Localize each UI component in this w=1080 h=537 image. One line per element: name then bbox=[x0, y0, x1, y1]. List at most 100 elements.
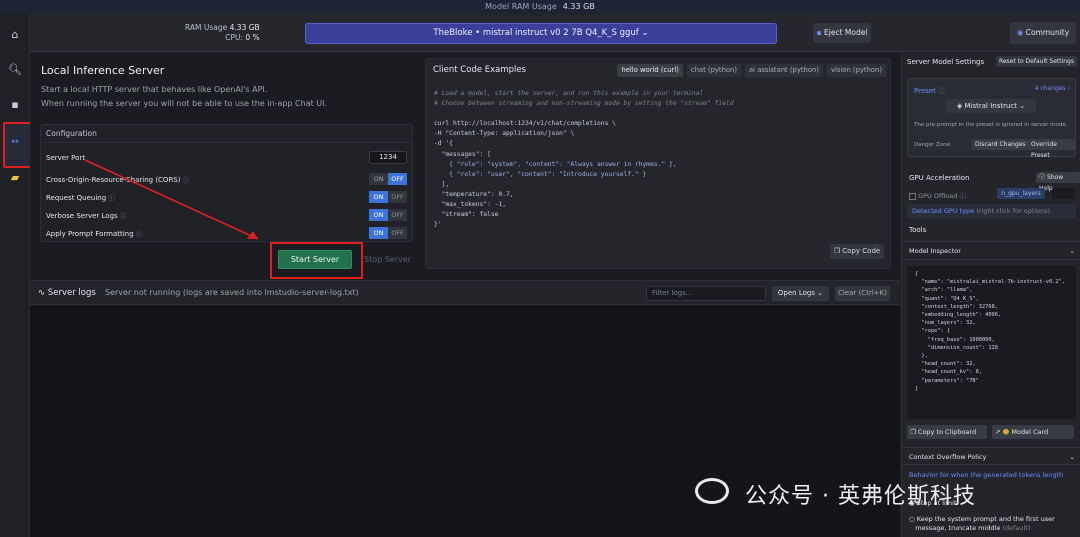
annotation-arrow bbox=[84, 159, 259, 240]
code-line: "temperature": 0.7, bbox=[434, 190, 514, 198]
ram-strip-label: Model RAM Usage bbox=[485, 2, 557, 11]
info-icon: ⓘ bbox=[959, 192, 966, 200]
info-icon: ⓘ bbox=[938, 87, 945, 95]
preset-changes: 4 changes › bbox=[1035, 85, 1070, 92]
code-line: curl http://localhost:1234/v1/chat/compl… bbox=[434, 120, 616, 128]
tab-ai-assistant-python[interactable]: ai assistant (python) bbox=[745, 64, 823, 77]
pulse-icon: ∿ bbox=[38, 288, 46, 298]
chevron-down-icon: ⌄ bbox=[817, 289, 824, 297]
home-icon[interactable]: ⌂ bbox=[7, 27, 23, 43]
code-line: "messages": [ bbox=[434, 150, 491, 158]
ram-usage: RAM Usage 4.33 GB CPU: 0 % bbox=[185, 23, 260, 43]
client-code-panel: Client Code Examples hello world (curl) … bbox=[425, 58, 891, 269]
server-page: Local Inference Server Start a local HTT… bbox=[30, 53, 900, 537]
detected-gpu-note: (right click for options) bbox=[976, 207, 1051, 215]
ram-strip: Model RAM Usage 4.33 GB bbox=[0, 0, 1080, 14]
model-inspector-header[interactable]: Model Inspector ⌄ bbox=[902, 241, 1080, 260]
preset-select[interactable]: ◈ Mistral Instruct ⌄ bbox=[946, 99, 1036, 113]
detected-gpu-label: Detected GPU type bbox=[912, 207, 975, 215]
overflow-option-truncate-line2: message, truncate middle bbox=[915, 524, 1001, 532]
server-model-settings-panel: Server Model Settings Reset to Default S… bbox=[901, 53, 1080, 537]
gpu-offload-checkbox[interactable] bbox=[909, 192, 916, 200]
copy-code-button[interactable]: ❐ Copy Code bbox=[830, 244, 884, 259]
help-icon: ⓘ bbox=[1039, 174, 1046, 181]
search-icon[interactable]: 🔍︎ bbox=[7, 62, 23, 78]
override-preset-button[interactable]: Override Preset bbox=[1028, 139, 1075, 159]
danger-zone-label: Danger Zone bbox=[914, 142, 950, 148]
copy-icon: ❐ bbox=[833, 247, 841, 255]
context-overflow-header[interactable]: Context Overflow Policy ⌄ bbox=[902, 447, 1080, 465]
preset-changes-text: 4 changes bbox=[1034, 85, 1066, 92]
server-logs-status: Server not running (logs are saved into … bbox=[105, 288, 359, 297]
tab-hello-world-curl[interactable]: hello world (curl) bbox=[617, 64, 683, 77]
cpu-value: 0 % bbox=[245, 33, 260, 42]
ram-usage-value: 4.33 GB bbox=[229, 23, 260, 32]
wechat-icon bbox=[695, 478, 729, 504]
clear-logs-button[interactable]: Clear (Ctrl+K) bbox=[835, 286, 890, 301]
folder-icon[interactable]: ▰ bbox=[7, 170, 23, 186]
context-overflow-title: Context Overflow Policy bbox=[909, 453, 987, 461]
stop-server-button[interactable]: Stop Server bbox=[364, 255, 411, 264]
discard-changes-button[interactable]: Discard Changes bbox=[972, 139, 1029, 150]
cpu-label: CPU: bbox=[225, 33, 244, 42]
server-icon[interactable]: ↔ bbox=[7, 134, 23, 150]
start-server-button[interactable]: Start Server bbox=[278, 250, 352, 269]
chevron-down-icon: ⌄ bbox=[1019, 102, 1026, 110]
eject-model-button[interactable]: ▪ Eject Model bbox=[813, 23, 871, 43]
model-card-label: Model Card bbox=[1011, 428, 1049, 436]
community-label: Community bbox=[1025, 28, 1070, 37]
gpu-offload-label: GPU Offload bbox=[918, 192, 958, 200]
server-logs-bar: ∿ Server logs Server not running (logs a… bbox=[30, 280, 900, 305]
overflow-option-truncate[interactable]: ○ Keep the system prompt and the first u… bbox=[909, 515, 1055, 533]
chevron-down-icon: ⌄ bbox=[1069, 247, 1075, 255]
code-tabs: hello world (curl) chat (python) ai assi… bbox=[617, 64, 886, 77]
chevron-down-icon: ⌄ bbox=[1069, 453, 1075, 461]
clipboard-icon: ❐ bbox=[910, 428, 916, 436]
chevron-right-icon: › bbox=[1067, 85, 1070, 92]
preset-label-text: Preset bbox=[914, 87, 936, 95]
overflow-option-truncate-line1: Keep the system prompt and the first use… bbox=[916, 515, 1055, 523]
model-selector-label: TheBloke • mistral instruct v0 2 7B Q4_K… bbox=[433, 28, 639, 38]
model-selector[interactable]: TheBloke • mistral instruct v0 2 7B Q4_K… bbox=[305, 23, 777, 44]
model-inspector-title: Model Inspector bbox=[909, 247, 961, 255]
eject-icon: ▪ bbox=[816, 28, 822, 37]
tab-chat-python[interactable]: chat (python) bbox=[686, 64, 742, 77]
radio-icon: ○ bbox=[909, 515, 915, 523]
tools-title: Tools bbox=[909, 226, 927, 234]
code-line: "max_tokens": -1, bbox=[434, 201, 507, 209]
smiley-icon: ☻ bbox=[1002, 428, 1010, 436]
code-line: { "role": "system", "content": "Always a… bbox=[434, 160, 677, 168]
preset-note: The pre-prompt in the preset is ignored … bbox=[914, 122, 1068, 128]
code-line: # Load a model, start the server, and ru… bbox=[434, 90, 704, 97]
app-header: RAM Usage 4.33 GB CPU: 0 % TheBloke • mi… bbox=[30, 14, 1080, 52]
tab-vision-python[interactable]: vision (python) bbox=[826, 64, 886, 77]
filter-logs-input[interactable]: Filter logs... bbox=[646, 286, 766, 301]
discord-icon: ◉ bbox=[1016, 28, 1024, 37]
copy-code-label: Copy Code bbox=[842, 247, 881, 255]
show-help-button[interactable]: ⓘ Show Help bbox=[1036, 172, 1080, 192]
n-gpu-layers-value[interactable] bbox=[1052, 188, 1074, 199]
overflow-option-default-tag: (default) bbox=[1002, 524, 1031, 532]
open-logs-label: Open Logs bbox=[777, 289, 815, 297]
ram-strip-value: 4.33 GB bbox=[562, 2, 595, 11]
code-line: }' bbox=[434, 221, 442, 229]
reset-defaults-button[interactable]: Reset to Default Settings bbox=[995, 56, 1077, 67]
preset-icon: ◈ bbox=[956, 102, 963, 110]
code-line: "stream": false bbox=[434, 211, 499, 219]
copy-to-clipboard-button[interactable]: ❐ Copy to Clipboard bbox=[907, 425, 987, 439]
chat-icon[interactable]: ▪ bbox=[7, 97, 23, 113]
model-card-button[interactable]: ↗ ☻ Model Card bbox=[992, 425, 1074, 439]
open-logs-button[interactable]: Open Logs ⌄ bbox=[772, 286, 829, 301]
n-gpu-layers-input[interactable]: n_gpu_layers bbox=[997, 188, 1045, 199]
chevron-down-icon: ⌄ bbox=[641, 28, 649, 38]
code-line: ], bbox=[434, 180, 450, 188]
model-inspector-json: { "name": "mistralai_mistral-7b-instruct… bbox=[907, 266, 1076, 419]
detected-gpu-row[interactable]: Detected GPU type (right click for optio… bbox=[907, 204, 1076, 218]
server-logs-title-text: Server logs bbox=[47, 288, 96, 298]
client-code-title: Client Code Examples bbox=[433, 65, 527, 75]
eject-model-label: Eject Model bbox=[824, 28, 868, 37]
server-model-settings-title: Server Model Settings bbox=[907, 58, 985, 66]
community-button[interactable]: ◉ Community bbox=[1010, 22, 1076, 44]
code-block: # Load a model, start the server, and ru… bbox=[434, 89, 734, 230]
gpu-offload-row: GPU Offload ⓘ bbox=[909, 190, 966, 200]
